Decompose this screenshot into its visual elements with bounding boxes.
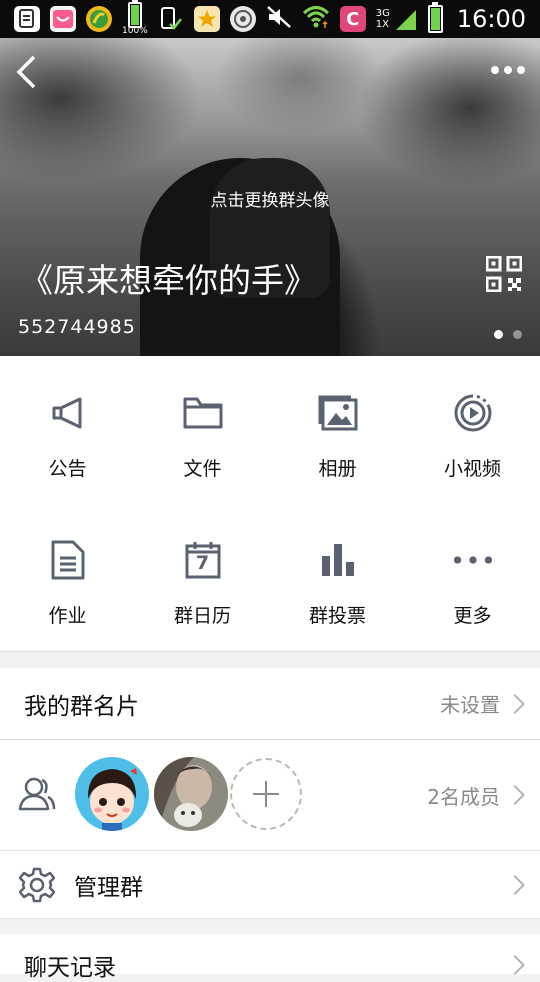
gear-icon bbox=[18, 867, 56, 907]
members-row[interactable]: 2名成员 bbox=[0, 740, 540, 850]
status-bar: 100% C 3G 1X 16:00 bbox=[0, 0, 540, 38]
feature-album[interactable]: 相册 bbox=[270, 356, 405, 503]
feature-label: 更多 bbox=[453, 605, 492, 627]
chevron-right-icon bbox=[505, 693, 525, 714]
divider bbox=[0, 918, 540, 919]
add-member-button[interactable] bbox=[230, 758, 302, 830]
feature-announcement[interactable]: 公告 bbox=[0, 356, 135, 503]
feature-vote[interactable]: 群投票 bbox=[270, 503, 405, 650]
my-group-card-value: 未设置 bbox=[440, 693, 500, 717]
more-icon bbox=[453, 540, 493, 580]
group-name: 《原来想牵你的手》 bbox=[20, 261, 317, 300]
feature-short-video[interactable]: 小视频 bbox=[405, 356, 540, 503]
feature-files[interactable]: 文件 bbox=[135, 356, 270, 503]
megaphone-icon bbox=[48, 393, 88, 433]
chevron-right-icon bbox=[505, 955, 525, 975]
feature-label: 文件 bbox=[183, 458, 222, 480]
member-avatar[interactable] bbox=[154, 757, 228, 831]
group-id: 552744985 bbox=[18, 316, 136, 338]
status-time: 16:00 bbox=[456, 5, 526, 33]
member-avatar[interactable] bbox=[75, 757, 149, 831]
phone-check-icon bbox=[158, 6, 184, 32]
my-group-card-row[interactable]: 我的群名片 未设置 bbox=[0, 668, 540, 739]
change-avatar-hint[interactable]: 点击更换群头像 bbox=[0, 186, 540, 211]
my-group-card-label: 我的群名片 bbox=[24, 693, 139, 720]
feature-label: 群日历 bbox=[173, 605, 231, 627]
star-app-icon bbox=[193, 6, 220, 32]
album-icon bbox=[318, 393, 358, 433]
calendar-day: 7 bbox=[195, 552, 210, 574]
dot bbox=[504, 66, 512, 74]
bar-chart-icon bbox=[318, 540, 358, 580]
browser-app-icon bbox=[86, 6, 112, 32]
notes-app-icon bbox=[14, 6, 40, 32]
mute-icon bbox=[266, 5, 292, 33]
chat-history-row[interactable]: 聊天记录 bbox=[0, 934, 540, 981]
signal-icon: 3G 1X bbox=[376, 8, 418, 30]
app-c-icon: C bbox=[339, 6, 366, 32]
network-3g-label: 3G bbox=[375, 8, 390, 19]
more-options-button[interactable] bbox=[488, 58, 528, 82]
plus-icon bbox=[253, 781, 279, 807]
feature-more[interactable]: 更多 bbox=[405, 503, 540, 650]
page-dot-active bbox=[494, 330, 503, 339]
qr-code-icon bbox=[485, 255, 523, 293]
battery-icon bbox=[427, 2, 443, 33]
feature-grid: 公告 文件 相册 小视频 作业 7 群日历 群投票 更多 bbox=[0, 356, 540, 651]
page-dot bbox=[513, 330, 522, 339]
headset-app-icon bbox=[229, 6, 256, 32]
qr-code-button[interactable] bbox=[485, 255, 523, 293]
manage-group-label: 管理群 bbox=[74, 874, 143, 901]
feature-label: 相册 bbox=[318, 458, 357, 480]
page-indicator bbox=[494, 330, 522, 339]
back-button[interactable] bbox=[8, 52, 44, 92]
divider bbox=[0, 651, 540, 652]
members-icon bbox=[18, 776, 56, 816]
group-header: 点击更换群头像 《原来想牵你的手》 552744985 bbox=[0, 38, 540, 356]
chevron-right-icon bbox=[505, 874, 525, 895]
document-icon bbox=[48, 540, 88, 580]
chevron-right-icon bbox=[505, 785, 525, 805]
feature-label: 群投票 bbox=[308, 605, 366, 627]
feature-homework[interactable]: 作业 bbox=[0, 503, 135, 650]
feature-label: 作业 bbox=[48, 605, 87, 627]
member-count: 2名成员 bbox=[427, 784, 500, 809]
video-icon bbox=[453, 393, 493, 433]
network-1x-label: 1X bbox=[375, 19, 389, 30]
calendar-icon: 7 bbox=[183, 540, 223, 580]
dot bbox=[517, 66, 525, 74]
feature-label: 小视频 bbox=[443, 458, 501, 480]
chevron-left-icon bbox=[16, 55, 36, 89]
wifi-icon bbox=[302, 4, 330, 34]
chat-history-label: 聊天记录 bbox=[24, 955, 116, 981]
battery-full-icon: 100% bbox=[122, 0, 148, 36]
manage-group-row[interactable]: 管理群 bbox=[0, 851, 540, 918]
feature-label: 公告 bbox=[48, 458, 87, 480]
folder-icon bbox=[183, 393, 223, 433]
shopping-app-icon bbox=[50, 6, 76, 32]
feature-calendar[interactable]: 7 群日历 bbox=[135, 503, 270, 650]
dot bbox=[491, 66, 499, 74]
